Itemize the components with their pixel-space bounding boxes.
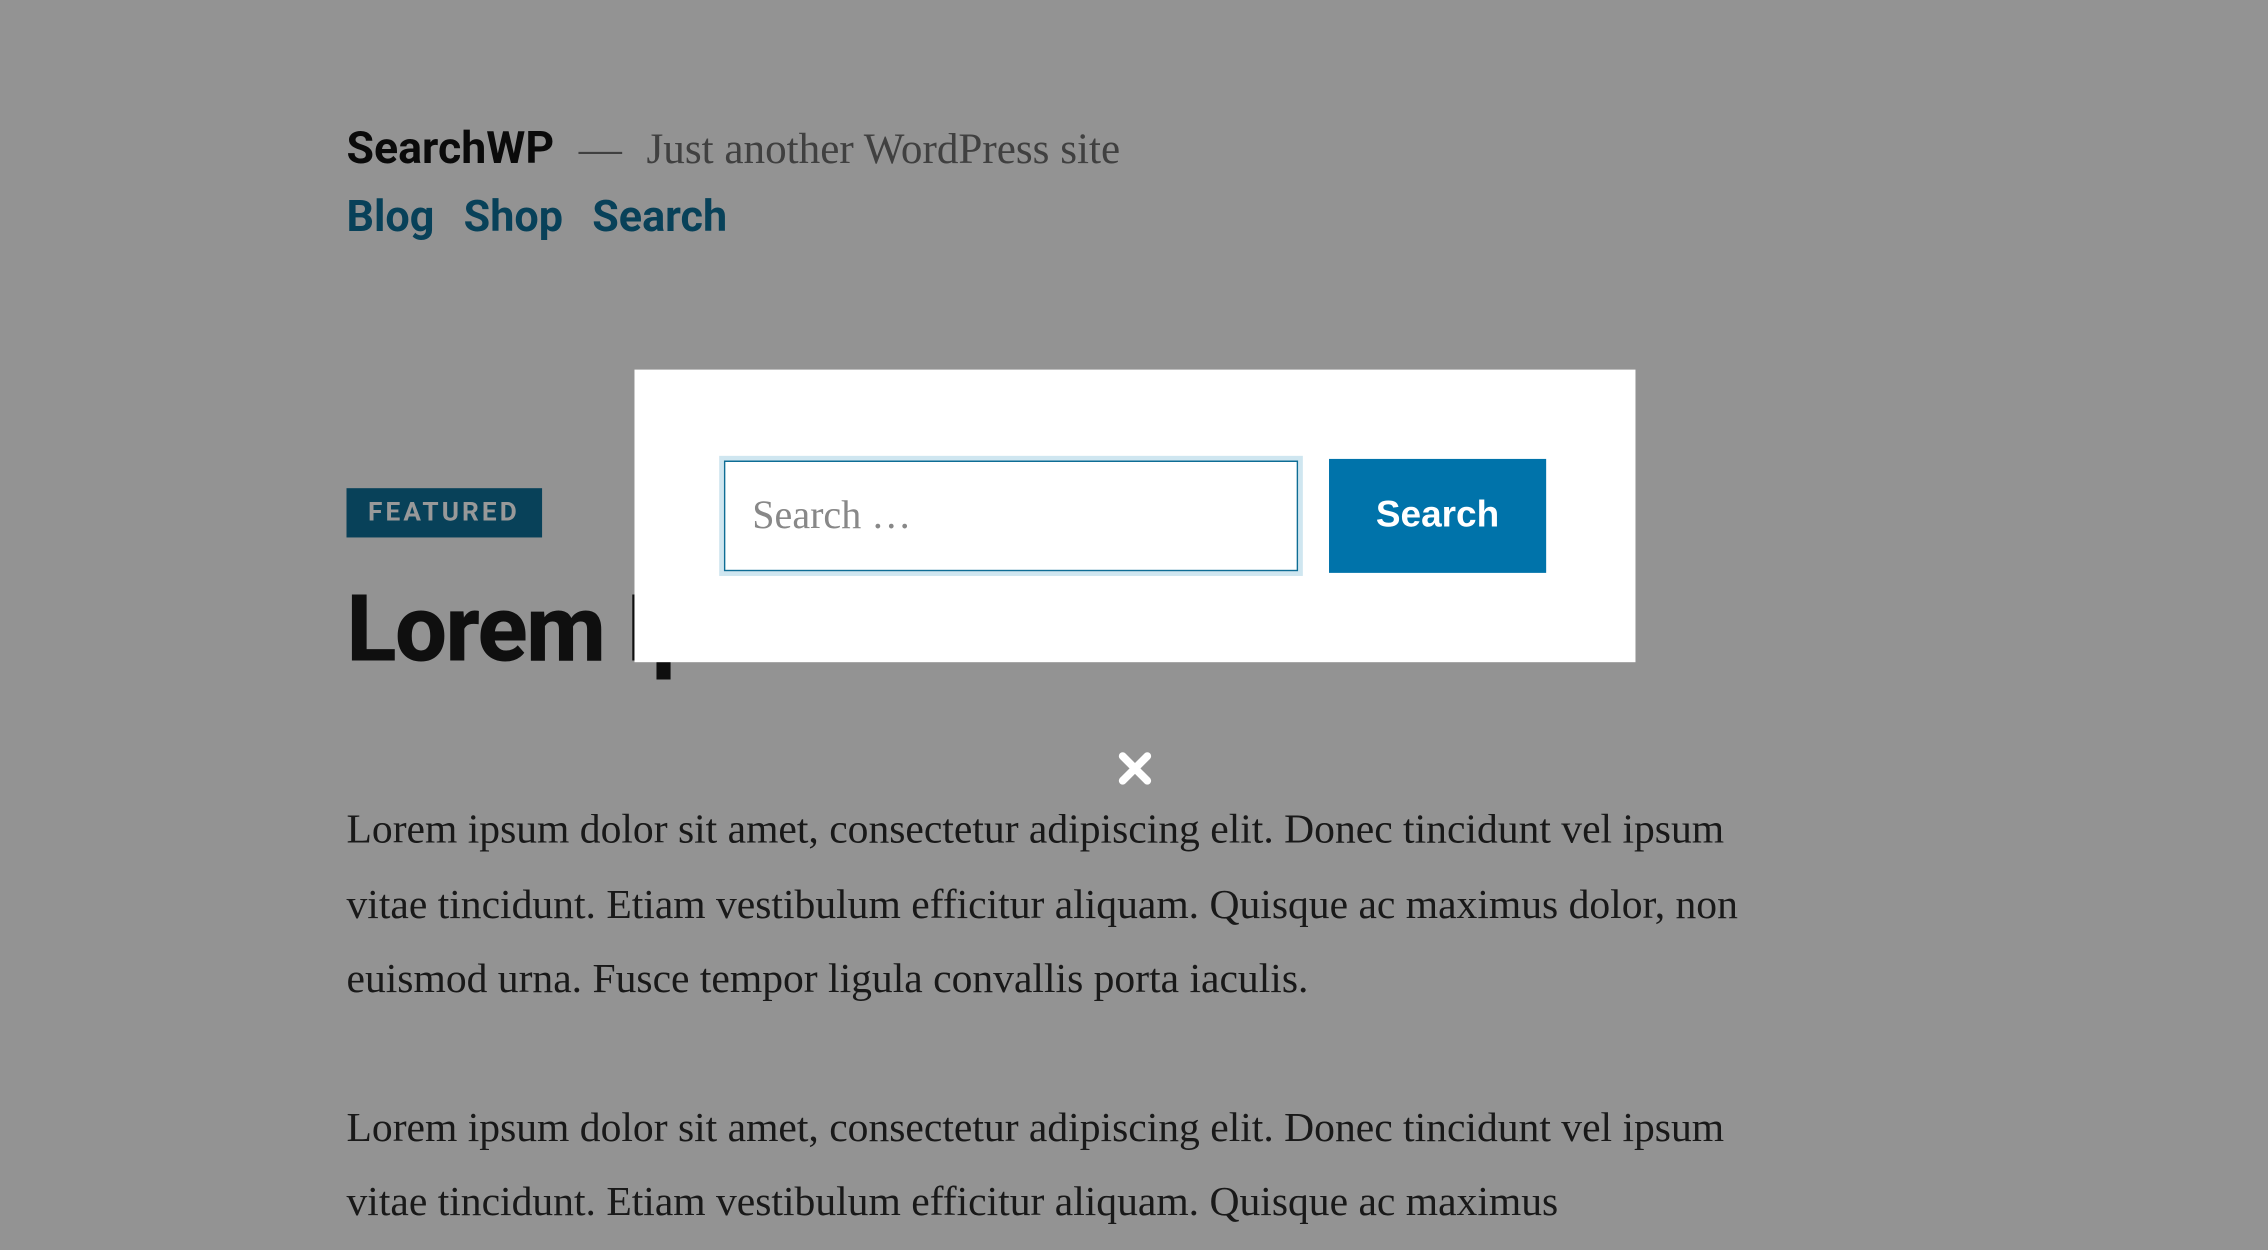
search-button[interactable]: Search (1330, 459, 1546, 573)
search-modal: Search (634, 370, 1635, 663)
close-icon[interactable] (1113, 747, 1156, 790)
search-input[interactable] (723, 460, 1299, 571)
modal-overlay[interactable]: Search (0, 0, 2268, 1250)
